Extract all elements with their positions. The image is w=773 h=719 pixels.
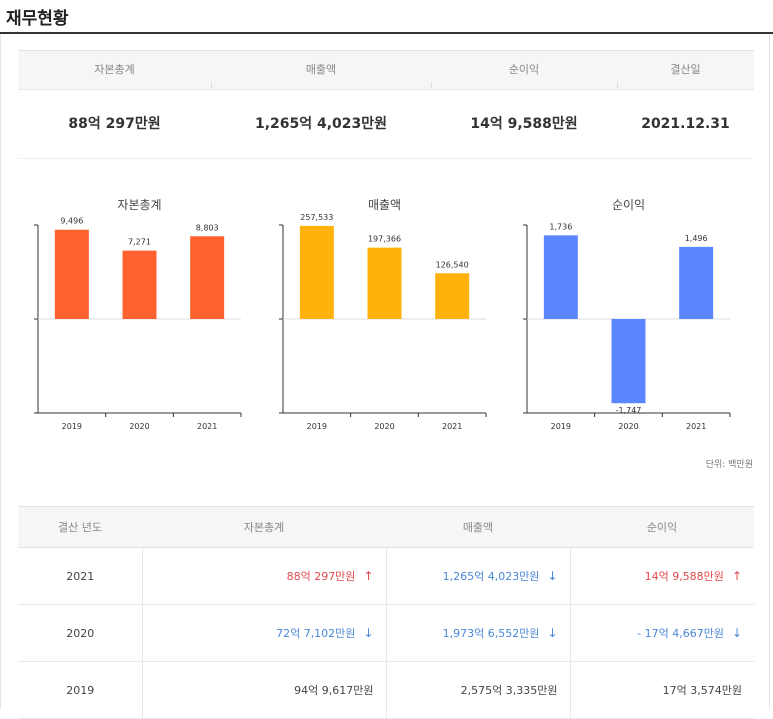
summary-header-settlement-date: 결산일: [670, 63, 701, 76]
capital-value: 88억 297만원: [286, 570, 356, 583]
bar-2019: [543, 235, 578, 319]
bar-2021: [679, 246, 714, 319]
x-tick-label: 2020: [129, 422, 149, 431]
arrow-down-icon: ↓: [547, 569, 558, 583]
summary-header-row: 자본총계 매출액 순이익 결산일: [18, 50, 754, 90]
financial-history-table: 결산 년도 자본총계 매출액 순이익 2021 88억 297만원 ↑ 1,265억 …: [18, 506, 754, 719]
table-header-row: 결산 년도 자본총계 매출액 순이익: [18, 506, 754, 548]
bar-2021: [435, 273, 470, 319]
bar-2019: [54, 229, 89, 319]
revenue-cell: 1,973억 6,552만원 ↓: [385, 604, 570, 662]
table-row: 2020 72억 7,102만원 ↓ 1,973억 6,552만원 ↓ - 17억 4,6…: [18, 604, 754, 662]
page-title: 재무현황: [6, 9, 69, 29]
profit-chart: 순이익 1,736 2019 -1,747 2020 1,496 2021: [489, 195, 731, 445]
data-label: 1,496: [685, 234, 708, 243]
bar-2020: [611, 319, 646, 404]
revenue-value: 1,973억 6,552만원: [442, 627, 540, 640]
summary-separator: [431, 82, 432, 88]
summary-header-capital: 자본총계: [94, 63, 135, 76]
capital-cell: 94억 9,617만원: [141, 661, 386, 719]
x-tick-label: 2019: [62, 422, 82, 431]
data-label: -1,747: [616, 406, 642, 415]
column-header-revenue: 매출액: [386, 506, 570, 548]
revenue-cell: 1,265억 4,023만원 ↓: [385, 547, 570, 605]
revenue-chart-svg: 257,533 2019 197,366 2020 126,540 2021: [279, 213, 487, 431]
revenue-chart: 매출액 257,533 2019 197,366 2020 126,540 2021: [245, 195, 487, 445]
year-cell: 2019: [18, 661, 142, 719]
x-tick-label: 2019: [307, 422, 327, 431]
arrow-down-icon: ↓: [547, 626, 558, 640]
revenue-value: 1,265억 4,023만원: [442, 570, 540, 583]
summary-header-profit: 순이익: [508, 63, 540, 76]
data-label: 1,736: [549, 222, 572, 231]
capital-cell: 72억 7,102만원 ↓: [141, 604, 386, 662]
summary-separator: [211, 82, 212, 88]
bar-2019: [299, 225, 334, 319]
data-label: 126,540: [436, 260, 469, 269]
year-cell: 2020: [18, 604, 142, 662]
column-header-capital: 자본총계: [142, 506, 386, 548]
x-tick-label: 2020: [374, 422, 394, 431]
data-label: 9,496: [60, 217, 83, 226]
summary-separator: [617, 82, 618, 88]
table-row: 2019 94억 9,617만원 2,575억 3,335만원 17억 3,574만원: [18, 661, 754, 719]
revenue-cell: 2,575억 3,335만원: [385, 661, 570, 719]
data-label: 7,271: [128, 238, 151, 247]
profit-cell: 17억 3,574만원: [569, 661, 754, 719]
data-label: 197,366: [368, 235, 401, 244]
profit-value: 17억 3,574만원: [662, 684, 742, 697]
x-tick-label: 2021: [197, 422, 217, 431]
profit-cell: 14억 9,588만원 ↑: [569, 547, 754, 605]
arrow-down-icon: ↓: [363, 626, 374, 640]
summary-header-revenue: 매출액: [305, 63, 337, 76]
arrow-up-icon: ↑: [363, 569, 374, 583]
x-tick-label: 2019: [551, 422, 571, 431]
profit-cell: - 17억 4,667만원 ↓: [569, 604, 754, 662]
capital-value: 94억 9,617만원: [294, 684, 374, 697]
bar-2020: [122, 250, 157, 319]
x-tick-label: 2020: [618, 422, 638, 431]
summary-value-row: 88억 297만원 1,265억 4,023만원 14억 9,588만원 202…: [18, 90, 754, 159]
year-cell: 2021: [18, 547, 142, 605]
x-tick-label: 2021: [442, 422, 462, 431]
summary-settlement-date-value: 2021.12.31: [641, 116, 730, 132]
column-header-profit: 순이익: [570, 506, 754, 548]
column-header-year: 결산 년도: [18, 506, 142, 548]
capital-chart-svg: 9,496 2019 7,271 2020 8,803 2021: [34, 217, 242, 431]
unit-note: 단위: 백만원: [705, 460, 753, 470]
profit-value: 14억 9,588만원: [644, 570, 724, 583]
summary-profit-value: 14억 9,588만원: [470, 116, 578, 132]
data-label: 257,533: [300, 213, 333, 222]
profit-value: - 17억 4,667만원: [637, 627, 724, 640]
profit-chart-svg: 1,736 2019 -1,747 2020 1,496 2021: [523, 222, 731, 431]
capital-cell: 88억 297만원 ↑: [141, 547, 386, 605]
x-tick-label: 2021: [686, 422, 706, 431]
summary-table: 자본총계 매출액 순이익 결산일 88억 297만원 1,265억 4,023만…: [18, 50, 754, 159]
bar-2020: [367, 247, 402, 319]
table-row: 2021 88억 297만원 ↑ 1,265억 4,023만원 ↓ 14억 9,588만원…: [18, 547, 754, 605]
bar-2021: [190, 236, 225, 319]
data-label: 8,803: [196, 223, 219, 232]
arrow-up-icon: ↑: [731, 569, 742, 583]
arrow-down-icon: ↓: [731, 626, 742, 640]
revenue-value: 2,575억 3,335만원: [460, 684, 558, 697]
summary-capital-value: 88억 297만원: [68, 116, 161, 132]
capital-chart: 자본총계 9,496 2019 7,271 2020 8,803 2021: [0, 195, 242, 445]
capital-value: 72억 7,102만원: [276, 627, 356, 640]
summary-revenue-value: 1,265억 4,023만원: [254, 116, 388, 132]
